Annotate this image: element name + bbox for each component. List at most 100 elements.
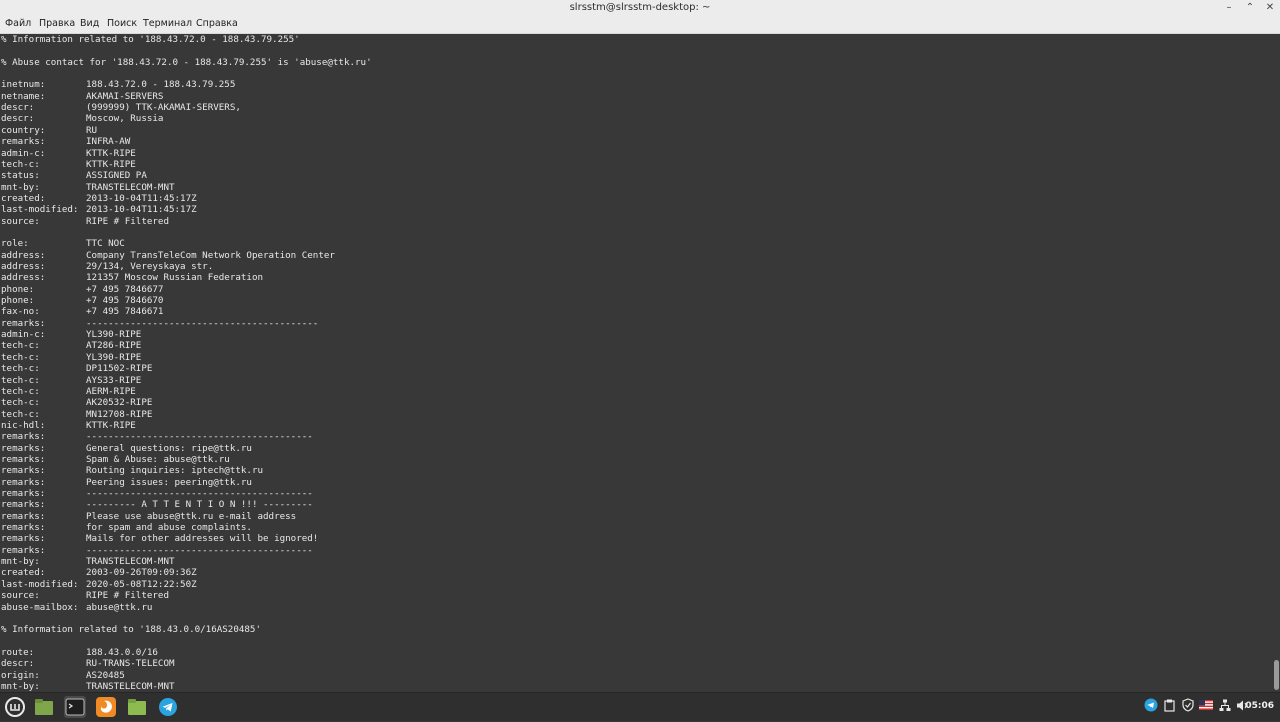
whois-field-value: AS20485 [86, 669, 125, 681]
whois-field-key: created: [1, 192, 46, 204]
network-icon[interactable] [1219, 699, 1231, 715]
maximize-icon[interactable]: ⌃ [1243, 1, 1257, 15]
whois-field-value: KTTK-RIPE [86, 158, 136, 170]
minimize-icon[interactable]: – [1222, 1, 1236, 15]
whois-field-value: TRANSTELECOM-MNT [86, 181, 175, 193]
whois-field-value: RIPE # Filtered [86, 215, 169, 227]
whois-field-value: RU [86, 124, 98, 136]
whois-field-value: KTTK-RIPE [86, 419, 136, 431]
mint-menu-icon[interactable] [4, 696, 26, 718]
whois-field-key: origin: [1, 669, 40, 681]
telegram-icon[interactable] [157, 696, 179, 718]
terminal-icon[interactable] [64, 696, 86, 718]
menu-file[interactable]: Файл [5, 18, 31, 29]
whois-field-value: abuse@ttk.ru [86, 601, 153, 613]
whois-field-key: netname: [1, 90, 46, 102]
whois-field-key: remarks: [1, 488, 46, 499]
whois-field-value: 188.43.0.0/16 [86, 646, 158, 658]
whois-field-value: for spam and abuse complaints. [86, 522, 252, 534]
telegram-tray-icon[interactable] [1144, 698, 1158, 715]
whois-field-key: % Information related to '188.43.0.0/16A… [1, 624, 261, 636]
whois-field-value: 2020-05-08T12:22:50Z [86, 578, 197, 590]
menu-search[interactable]: Поиск [107, 18, 137, 29]
whois-field-key: descr: [1, 113, 35, 125]
whois-field-value: TRANSTELECOM-MNT [86, 680, 175, 692]
menu-bar: Файл Правка Вид Поиск Терминал Справка [0, 16, 1280, 34]
whois-field-key: nic-hdl: [1, 419, 46, 431]
whois-field-value: Peering issues: peering@ttk.ru [86, 476, 252, 488]
whois-field-value: INFRA-AW [86, 136, 131, 148]
whois-field-key: remarks: [1, 431, 46, 443]
whois-field-value: 2013-10-04T11:45:17Z [86, 204, 197, 216]
terminal-output[interactable]: % Information related to '188.43.72.0 - … [0, 34, 1270, 692]
menu-view[interactable]: Вид [80, 18, 99, 29]
whois-field-key: tech-c: [1, 158, 40, 170]
window-title: slrsstm@slrsstm-desktop: ~ [569, 2, 711, 13]
whois-field-key: tech-c: [1, 385, 40, 397]
update-shield-icon[interactable] [1182, 698, 1194, 715]
whois-field-key: descr: [1, 658, 35, 670]
whois-field-key: admin-c: [1, 329, 46, 341]
whois-field-key: mnt-by: [1, 181, 40, 193]
us-flag-icon[interactable] [1199, 700, 1213, 713]
whois-field-value: AT286-RIPE [86, 340, 142, 352]
whois-field-key: address: [1, 249, 46, 261]
whois-field-value: YL390-RIPE [86, 329, 142, 341]
whois-field-key: admin-c: [1, 147, 46, 159]
terminal-scrollbar[interactable] [1270, 34, 1280, 692]
whois-field-key: remarks: [1, 136, 46, 148]
menu-terminal[interactable]: Терминал [143, 18, 192, 29]
menu-help[interactable]: Справка [196, 18, 238, 29]
whois-field-key: last-modified: [1, 578, 79, 590]
whois-field-value: TTC NOC [86, 238, 125, 250]
whois-field-key: tech-c: [1, 397, 40, 409]
whois-field-key: remarks: [1, 522, 46, 534]
whois-field-value: ----------------------------------------… [86, 544, 313, 556]
whois-field-value: RIPE # Filtered [86, 590, 169, 602]
whois-field-value: 2013-10-04T11:45:17Z [86, 192, 197, 204]
whois-field-value: ----------------------------------------… [86, 317, 319, 329]
whois-field-value: General questions: ripe@ttk.ru [86, 442, 252, 454]
whois-field-key: phone: [1, 283, 35, 295]
whois-field-key: remarks: [1, 533, 46, 545]
whois-field-key: % Information related to '188.43.72.0 - … [1, 34, 300, 45]
whois-field-key: tech-c: [1, 351, 40, 363]
whois-field-key: status: [1, 170, 40, 182]
whois-field-value: 188.43.72.0 - 188.43.79.255 [86, 79, 236, 91]
scrollbar-thumb[interactable] [1274, 660, 1279, 690]
whois-field-value: Routing inquiries: iptech@ttk.ru [86, 465, 264, 477]
whois-field-value: RU-TRANS-TELECOM [86, 658, 175, 670]
files-icon[interactable] [33, 696, 55, 718]
whois-field-value: YL390-RIPE [86, 351, 142, 363]
folder-icon[interactable] [126, 696, 148, 718]
whois-field-key: remarks: [1, 476, 46, 488]
whois-field-key: remarks: [1, 465, 46, 477]
whois-field-value: +7 495 7846671 [86, 306, 164, 318]
clock[interactable]: 05:06 [1245, 701, 1274, 711]
menu-edit[interactable]: Правка [39, 18, 75, 29]
whois-field-key: tech-c: [1, 340, 40, 352]
whois-field-key: fax-no: [1, 306, 40, 318]
whois-field-value: +7 495 7846670 [86, 295, 164, 307]
whois-field-value: Please use abuse@ttk.ru e-mail address [86, 510, 297, 522]
whois-field-value: DP11502-RIPE [86, 363, 153, 375]
window-titlebar: slrsstm@slrsstm-desktop: ~ – ⌃ ✕ [0, 0, 1280, 16]
whois-field-key: remarks: [1, 499, 46, 511]
whois-field-value: KTTK-RIPE [86, 147, 136, 159]
close-icon[interactable]: ✕ [1263, 1, 1277, 15]
whois-field-key: mnt-by: [1, 680, 40, 692]
whois-field-key: address: [1, 261, 46, 272]
whois-field-value: AK20532-RIPE [86, 397, 153, 409]
whois-field-value: 121357 Moscow Russian Federation [86, 272, 264, 284]
whois-field-key: remarks: [1, 453, 46, 465]
whois-field-key: tech-c: [1, 408, 40, 420]
whois-field-value: +7 495 7846677 [86, 283, 164, 295]
whois-field-key: inetnum: [1, 79, 46, 91]
whois-field-value: AERM-RIPE [86, 385, 136, 397]
whois-field-key: remarks: [1, 544, 46, 556]
whois-field-value: Spam & Abuse: abuse@ttk.ru [86, 453, 230, 465]
whois-field-value: ----------------------------------------… [86, 431, 313, 443]
clipboard-icon[interactable] [1164, 699, 1175, 715]
whois-field-key: % Abuse contact for '188.43.72.0 - 188.4… [1, 56, 372, 68]
firefox-icon[interactable] [95, 696, 117, 718]
